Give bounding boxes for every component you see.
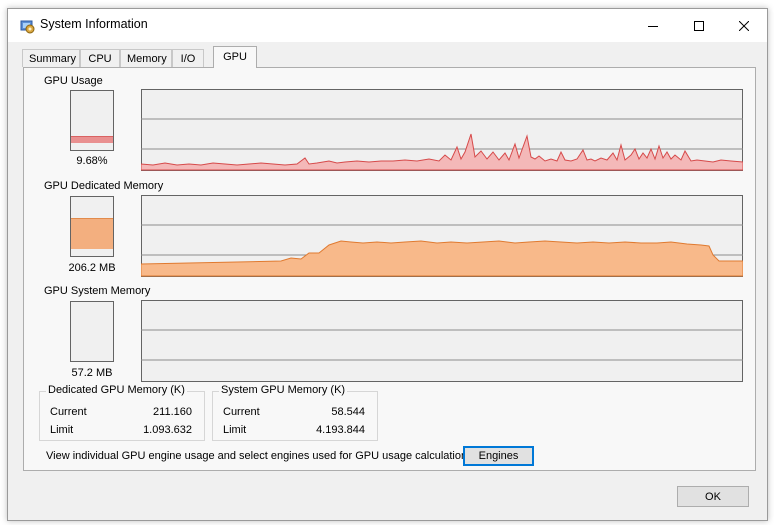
system-information-window: System Information Summary CPU Memory I/…	[7, 8, 768, 521]
gpu-dedicated-memory-meter-fill	[71, 218, 113, 249]
gpu-dedicated-memory-graph	[141, 195, 743, 277]
maximize-icon	[694, 20, 704, 31]
system-gpu-memory-title: System GPU Memory (K)	[219, 384, 348, 396]
system-current-label: Current	[223, 406, 260, 418]
system-information-icon	[20, 20, 35, 34]
gpu-dedicated-memory-meter	[70, 196, 114, 257]
minimize-icon	[648, 25, 658, 27]
gpu-system-memory-label: GPU System Memory	[44, 285, 151, 297]
tab-cpu[interactable]: CPU	[80, 49, 120, 67]
gpu-dedicated-memory-label: GPU Dedicated Memory	[44, 180, 164, 192]
tab-gpu[interactable]: GPU	[213, 46, 257, 68]
maximize-button[interactable]	[676, 9, 722, 42]
minimize-button[interactable]	[630, 9, 676, 42]
gpu-usage-value: 9.68%	[76, 155, 108, 167]
ok-button[interactable]: OK	[677, 486, 749, 507]
engines-description: View individual GPU engine usage and sel…	[46, 450, 476, 462]
system-gpu-memory-group: System GPU Memory (K) Current 58.544 Lim…	[212, 384, 378, 441]
gpu-usage-meter	[70, 90, 114, 151]
dedicated-limit-label: Limit	[50, 424, 74, 436]
engines-button[interactable]: Engines	[463, 446, 534, 466]
dedicated-current-label: Current	[50, 406, 87, 418]
system-limit-value: 4.193.844	[316, 424, 365, 436]
gpu-system-memory-meter	[70, 301, 114, 362]
dedicated-limit-value: 1.093.632	[143, 424, 192, 436]
gpu-dedicated-memory-value: 206.2 MB	[68, 262, 116, 274]
tab-io[interactable]: I/O	[172, 49, 204, 67]
dedicated-gpu-memory-group: Dedicated GPU Memory (K) Current 211.160…	[39, 384, 205, 441]
gpu-system-memory-value: 57.2 MB	[71, 367, 113, 379]
gpu-system-memory-graph	[141, 300, 743, 382]
system-current-value: 58.544	[331, 406, 365, 418]
dedicated-current-value: 211.160	[153, 406, 192, 418]
close-button[interactable]	[721, 9, 767, 42]
dedicated-gpu-memory-title: Dedicated GPU Memory (K)	[46, 384, 187, 396]
gpu-usage-label: GPU Usage	[44, 75, 103, 87]
tab-summary[interactable]: Summary	[22, 49, 80, 67]
close-icon	[739, 20, 749, 31]
system-limit-label: Limit	[223, 424, 247, 436]
gpu-usage-graph	[141, 89, 743, 171]
title-bar[interactable]: System Information	[8, 9, 767, 42]
window-title: System Information	[40, 17, 148, 31]
tab-memory[interactable]: Memory	[120, 49, 172, 67]
gpu-usage-meter-fill	[71, 136, 113, 143]
